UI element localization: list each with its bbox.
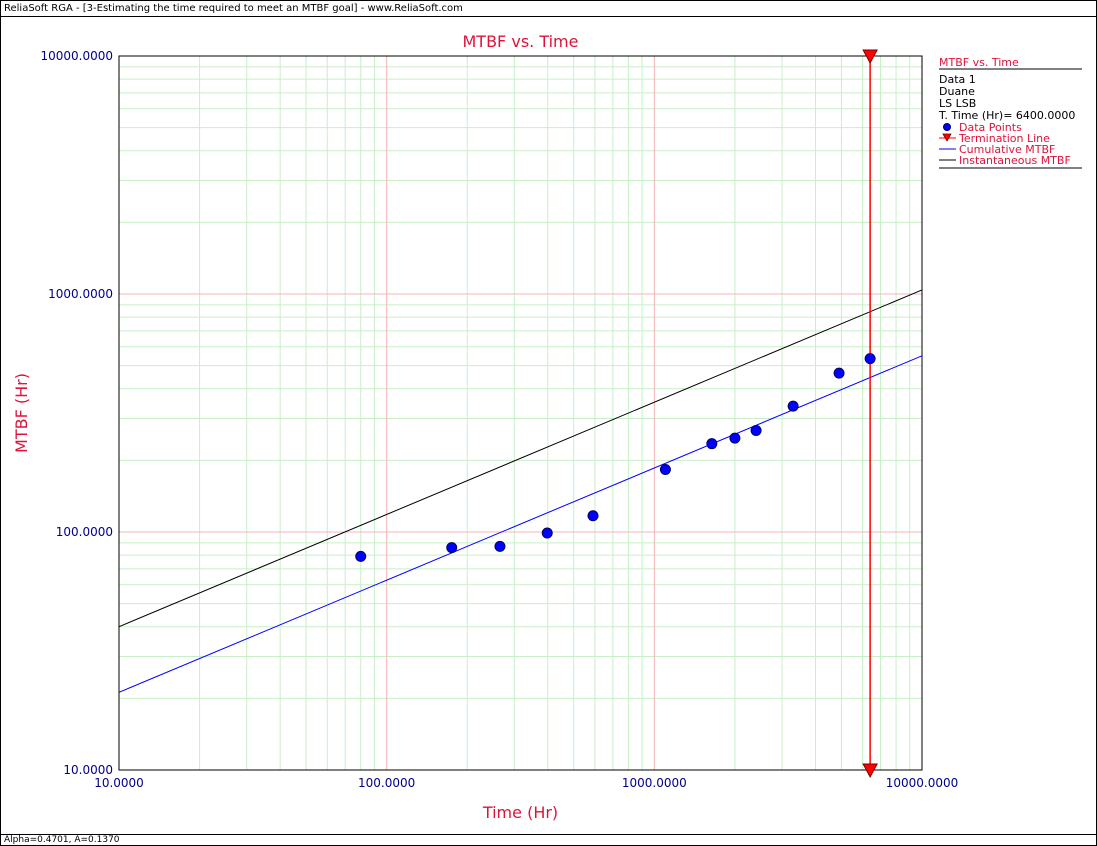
y-tick-label: 10000.0000 <box>40 49 113 63</box>
data-point <box>541 527 553 539</box>
legend-item-label: Instantaneous MTBF <box>959 154 1071 167</box>
x-tick-labels: 10.0000 100.0000 1000.0000 10000.0000 <box>94 776 958 790</box>
termination-line <box>862 49 878 779</box>
data-point <box>494 540 506 552</box>
legend: MTBF vs. Time Data 1DuaneLS LSBT. Time (… <box>938 56 1082 169</box>
legend-title: MTBF vs. Time <box>939 56 1019 69</box>
data-point <box>750 424 762 436</box>
data-point <box>587 510 599 522</box>
data-point <box>787 400 799 412</box>
y-tick-label: 10.0000 <box>63 763 113 777</box>
chart-window: ReliaSoft RGA - [3-Estimating the time r… <box>0 0 1097 846</box>
y-tick-label: 100.0000 <box>56 525 113 539</box>
series-lines <box>118 289 923 693</box>
data-point <box>729 432 741 444</box>
x-tick-label: 100.0000 <box>358 776 415 790</box>
data-point <box>446 542 458 554</box>
x-tick-label: 10000.0000 <box>886 776 959 790</box>
data-point <box>706 438 718 450</box>
cumulative-mtbf-line <box>118 355 923 693</box>
chart-canvas: 10.0000 100.0000 1000.0000 10000.0000 10.00… <box>12 32 1082 822</box>
legend-marker-points <box>943 123 951 131</box>
major-grid <box>119 56 922 770</box>
x-tick-label: 10.0000 <box>94 776 144 790</box>
data-point <box>864 353 876 365</box>
instantaneous-mtbf-line <box>118 289 923 628</box>
y-tick-label: 1000.0000 <box>48 287 113 301</box>
x-tick-label: 1000.0000 <box>622 776 687 790</box>
status-bar: Alpha=0.4701, A=0.1370 <box>1 834 1096 845</box>
data-points <box>355 353 876 562</box>
minor-grid <box>119 56 922 770</box>
y-axis-title: MTBF (Hr) <box>12 373 31 453</box>
data-point <box>355 550 367 562</box>
window-title: ReliaSoft RGA - [3-Estimating the time r… <box>1 1 1096 17</box>
chart-title: MTBF vs. Time <box>463 32 579 51</box>
y-tick-labels: 10.0000 100.0000 1000.0000 10000.0000 <box>40 49 113 777</box>
data-point <box>833 367 845 379</box>
data-point <box>659 464 671 476</box>
plot-border <box>118 55 923 771</box>
x-axis-title: Time (Hr) <box>482 803 558 822</box>
